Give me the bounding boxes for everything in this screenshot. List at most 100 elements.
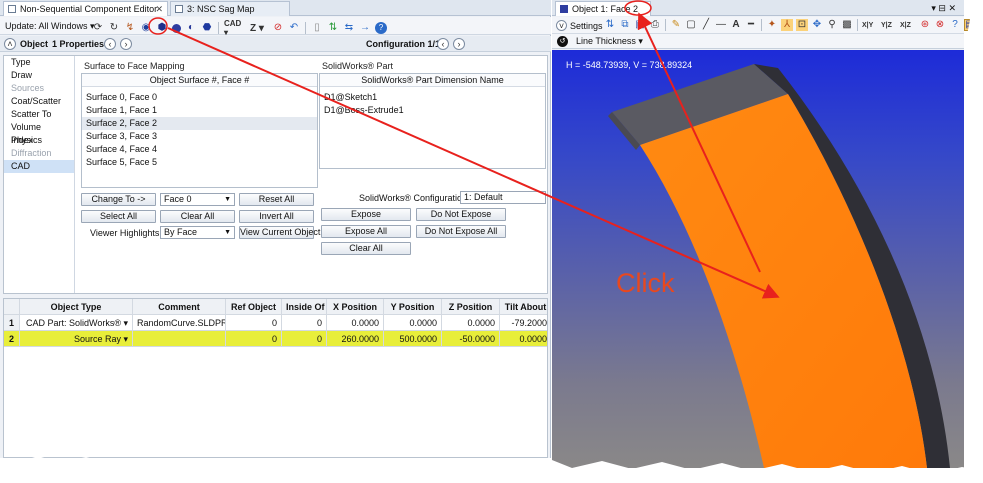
collapse-icon[interactable]: ˄ [4, 38, 16, 50]
cad-model-render[interactable] [552, 50, 964, 468]
view-xy-button[interactable]: X|Y [862, 22, 878, 29]
chevron-down-icon[interactable]: ˅ [556, 20, 567, 31]
close-icon[interactable]: ✕ [155, 2, 163, 16]
list-item[interactable]: Surface 3, Face 3 [82, 130, 317, 143]
copy-icon[interactable]: ⧉ [619, 19, 631, 31]
next-config-icon[interactable]: › [453, 38, 465, 50]
comment-cell[interactable] [133, 331, 226, 347]
cad-dropdown[interactable]: CAD ▾ [224, 19, 246, 37]
do-not-expose-all-button[interactable]: Do Not Expose All [416, 225, 506, 238]
inside-of-cell[interactable]: 0 [282, 315, 327, 331]
table-header-cell[interactable]: Y Position [384, 299, 442, 315]
expose-all-button[interactable]: Expose All [321, 225, 411, 238]
cad-part-icon[interactable]: ⬢ [156, 22, 168, 34]
view-yz-button[interactable]: Y|Z [881, 22, 897, 29]
select-all-button[interactable]: Select All [81, 210, 156, 223]
prev-config-icon[interactable]: ‹ [437, 38, 449, 50]
shaded-model-viewport[interactable]: H = -548.73939, V = 738.89324 [552, 50, 964, 468]
refresh-all-icon[interactable]: ↻ [108, 22, 120, 34]
window-controls[interactable]: ▾ ⊟ ✕ [931, 3, 956, 14]
row-number[interactable]: 1 [4, 315, 20, 331]
ray-trace-icon[interactable]: ⇅ [327, 22, 339, 34]
table-header-cell[interactable]: Comment [133, 299, 226, 315]
category-diffraction[interactable]: Diffraction [4, 147, 74, 160]
table-header-cell[interactable]: Inside Of [282, 299, 327, 315]
list-item[interactable]: Surface 5, Face 5 [82, 156, 317, 169]
row-number[interactable]: 2 [4, 331, 20, 347]
rectangle-icon[interactable]: ▢ [685, 19, 697, 31]
table-header-cell[interactable]: Ref Object [226, 299, 282, 315]
ref-object-cell[interactable]: 0 [226, 331, 282, 347]
object-type-cell[interactable]: CAD Part: SolidWorks® ▾ [20, 315, 133, 331]
table-header-cell[interactable]: X Position [327, 299, 384, 315]
inside-of-cell[interactable]: 0 [282, 331, 327, 347]
list-item[interactable]: Surface 1, Face 1 [82, 104, 317, 117]
print-icon[interactable]: ⎙ [649, 19, 661, 31]
rotate-icon[interactable]: ✦ [766, 19, 778, 31]
list-item[interactable]: D1@Boss-Extrude1 [320, 104, 545, 117]
z-position-cell[interactable]: 0.0000 [442, 315, 500, 331]
table-header-cell[interactable]: Tilt About [500, 299, 547, 315]
no-icon[interactable]: ⊘ [272, 22, 284, 34]
tilt-about-cell[interactable]: -79.2000 [500, 315, 547, 331]
ref-object-cell[interactable]: 0 [226, 315, 282, 331]
update-all-windows-dropdown[interactable]: Update: All Windows ▾ [5, 21, 95, 32]
invert-all-button[interactable]: Invert All [239, 210, 314, 223]
table-header-cell[interactable]: Z Position [442, 299, 500, 315]
layout-icon[interactable]: ↯ [124, 22, 136, 34]
arrow-right-icon[interactable]: → [359, 22, 371, 34]
solidworks-dimension-list[interactable]: SolidWorks® Part Dimension Name D1@Sketc… [319, 73, 546, 169]
category-coat-scatter[interactable]: Coat/Scatter [4, 95, 74, 108]
shaded-model-icon[interactable] [172, 23, 181, 33]
viewer-highlights-select[interactable]: By Face ▼ [160, 226, 235, 239]
layout-toggle-icon[interactable]: ▤ [964, 19, 976, 31]
settings-button[interactable]: Settings [570, 21, 603, 31]
arrows-icon[interactable]: ⇆ [343, 22, 355, 34]
list-item[interactable]: Surface 2, Face 2 [82, 117, 317, 130]
horizontal-line-icon[interactable]: ━ [745, 19, 757, 31]
line-thickness-dropdown[interactable]: Line Thickness ▾ [576, 36, 643, 47]
refresh-icon[interactable]: ⟳ [92, 22, 104, 34]
lens-icon[interactable]: ◐ [185, 22, 197, 34]
next-object-icon[interactable]: › [120, 38, 132, 50]
face-select[interactable]: Face 0 ▼ [160, 193, 235, 206]
table-row[interactable]: 2 Source Ray ▾ 0 0 260.0000 500.0000 -50… [4, 331, 547, 347]
axes-icon[interactable]: ⅄ [781, 19, 793, 31]
y-position-cell[interactable]: 500.0000 [384, 331, 442, 347]
change-to-button[interactable]: Change To -> [81, 193, 156, 206]
help-icon[interactable]: ? [375, 22, 387, 34]
z-position-cell[interactable]: -50.0000 [442, 331, 500, 347]
view-current-object-button[interactable]: View Current Object [239, 226, 320, 239]
page-icon[interactable]: ▯ [311, 22, 323, 34]
x-position-cell[interactable]: 260.0000 [327, 331, 384, 347]
expose-button[interactable]: Expose [321, 208, 411, 221]
pencil-icon[interactable]: ✎ [670, 19, 682, 31]
category-cad[interactable]: CAD [4, 160, 74, 173]
category-sources[interactable]: Sources [4, 82, 74, 95]
stop-icon[interactable]: ⊗ [934, 19, 946, 31]
camera-icon[interactable]: ▩ [841, 19, 853, 31]
do-not-expose-button[interactable]: Do Not Expose [416, 208, 506, 221]
tab-object-face[interactable]: Object 1: Face 2 [555, 1, 651, 16]
reset-view-icon[interactable]: ⊛ [919, 19, 931, 31]
zoom-box-icon[interactable]: ⊡ [796, 19, 808, 31]
prev-object-icon[interactable]: ‹ [104, 38, 116, 50]
list-item[interactable]: Surface 4, Face 4 [82, 143, 317, 156]
solid-icon[interactable]: ⬣ [201, 22, 213, 34]
move-icon[interactable]: ✥ [811, 19, 823, 31]
table-row[interactable]: 1 CAD Part: SolidWorks® ▾ RandomCurve.SL… [4, 315, 547, 331]
category-type[interactable]: Type [4, 56, 74, 69]
save-icon[interactable]: ▣ [634, 19, 646, 31]
surface-face-list[interactable]: Object Surface #, Face # Surface 0, Face… [81, 73, 318, 188]
undo-icon[interactable]: ↶ [288, 22, 300, 34]
solidworks-config-select[interactable]: 1: Default [460, 191, 546, 204]
line-icon[interactable]: ╱ [700, 19, 712, 31]
x-position-cell[interactable]: 0.0000 [327, 315, 384, 331]
category-volume-physics[interactable]: Volume Physics [4, 121, 74, 145]
view-xz-button[interactable]: X|Z [900, 22, 916, 29]
refresh-icon[interactable]: ⇅ [604, 19, 616, 31]
list-item[interactable]: D1@Sketch1 [320, 91, 545, 104]
comment-cell[interactable]: RandomCurve.SLDPRT [133, 315, 226, 331]
tilt-about-cell[interactable]: 0.0000 [500, 331, 547, 347]
reset-all-button[interactable]: Reset All [239, 193, 314, 206]
